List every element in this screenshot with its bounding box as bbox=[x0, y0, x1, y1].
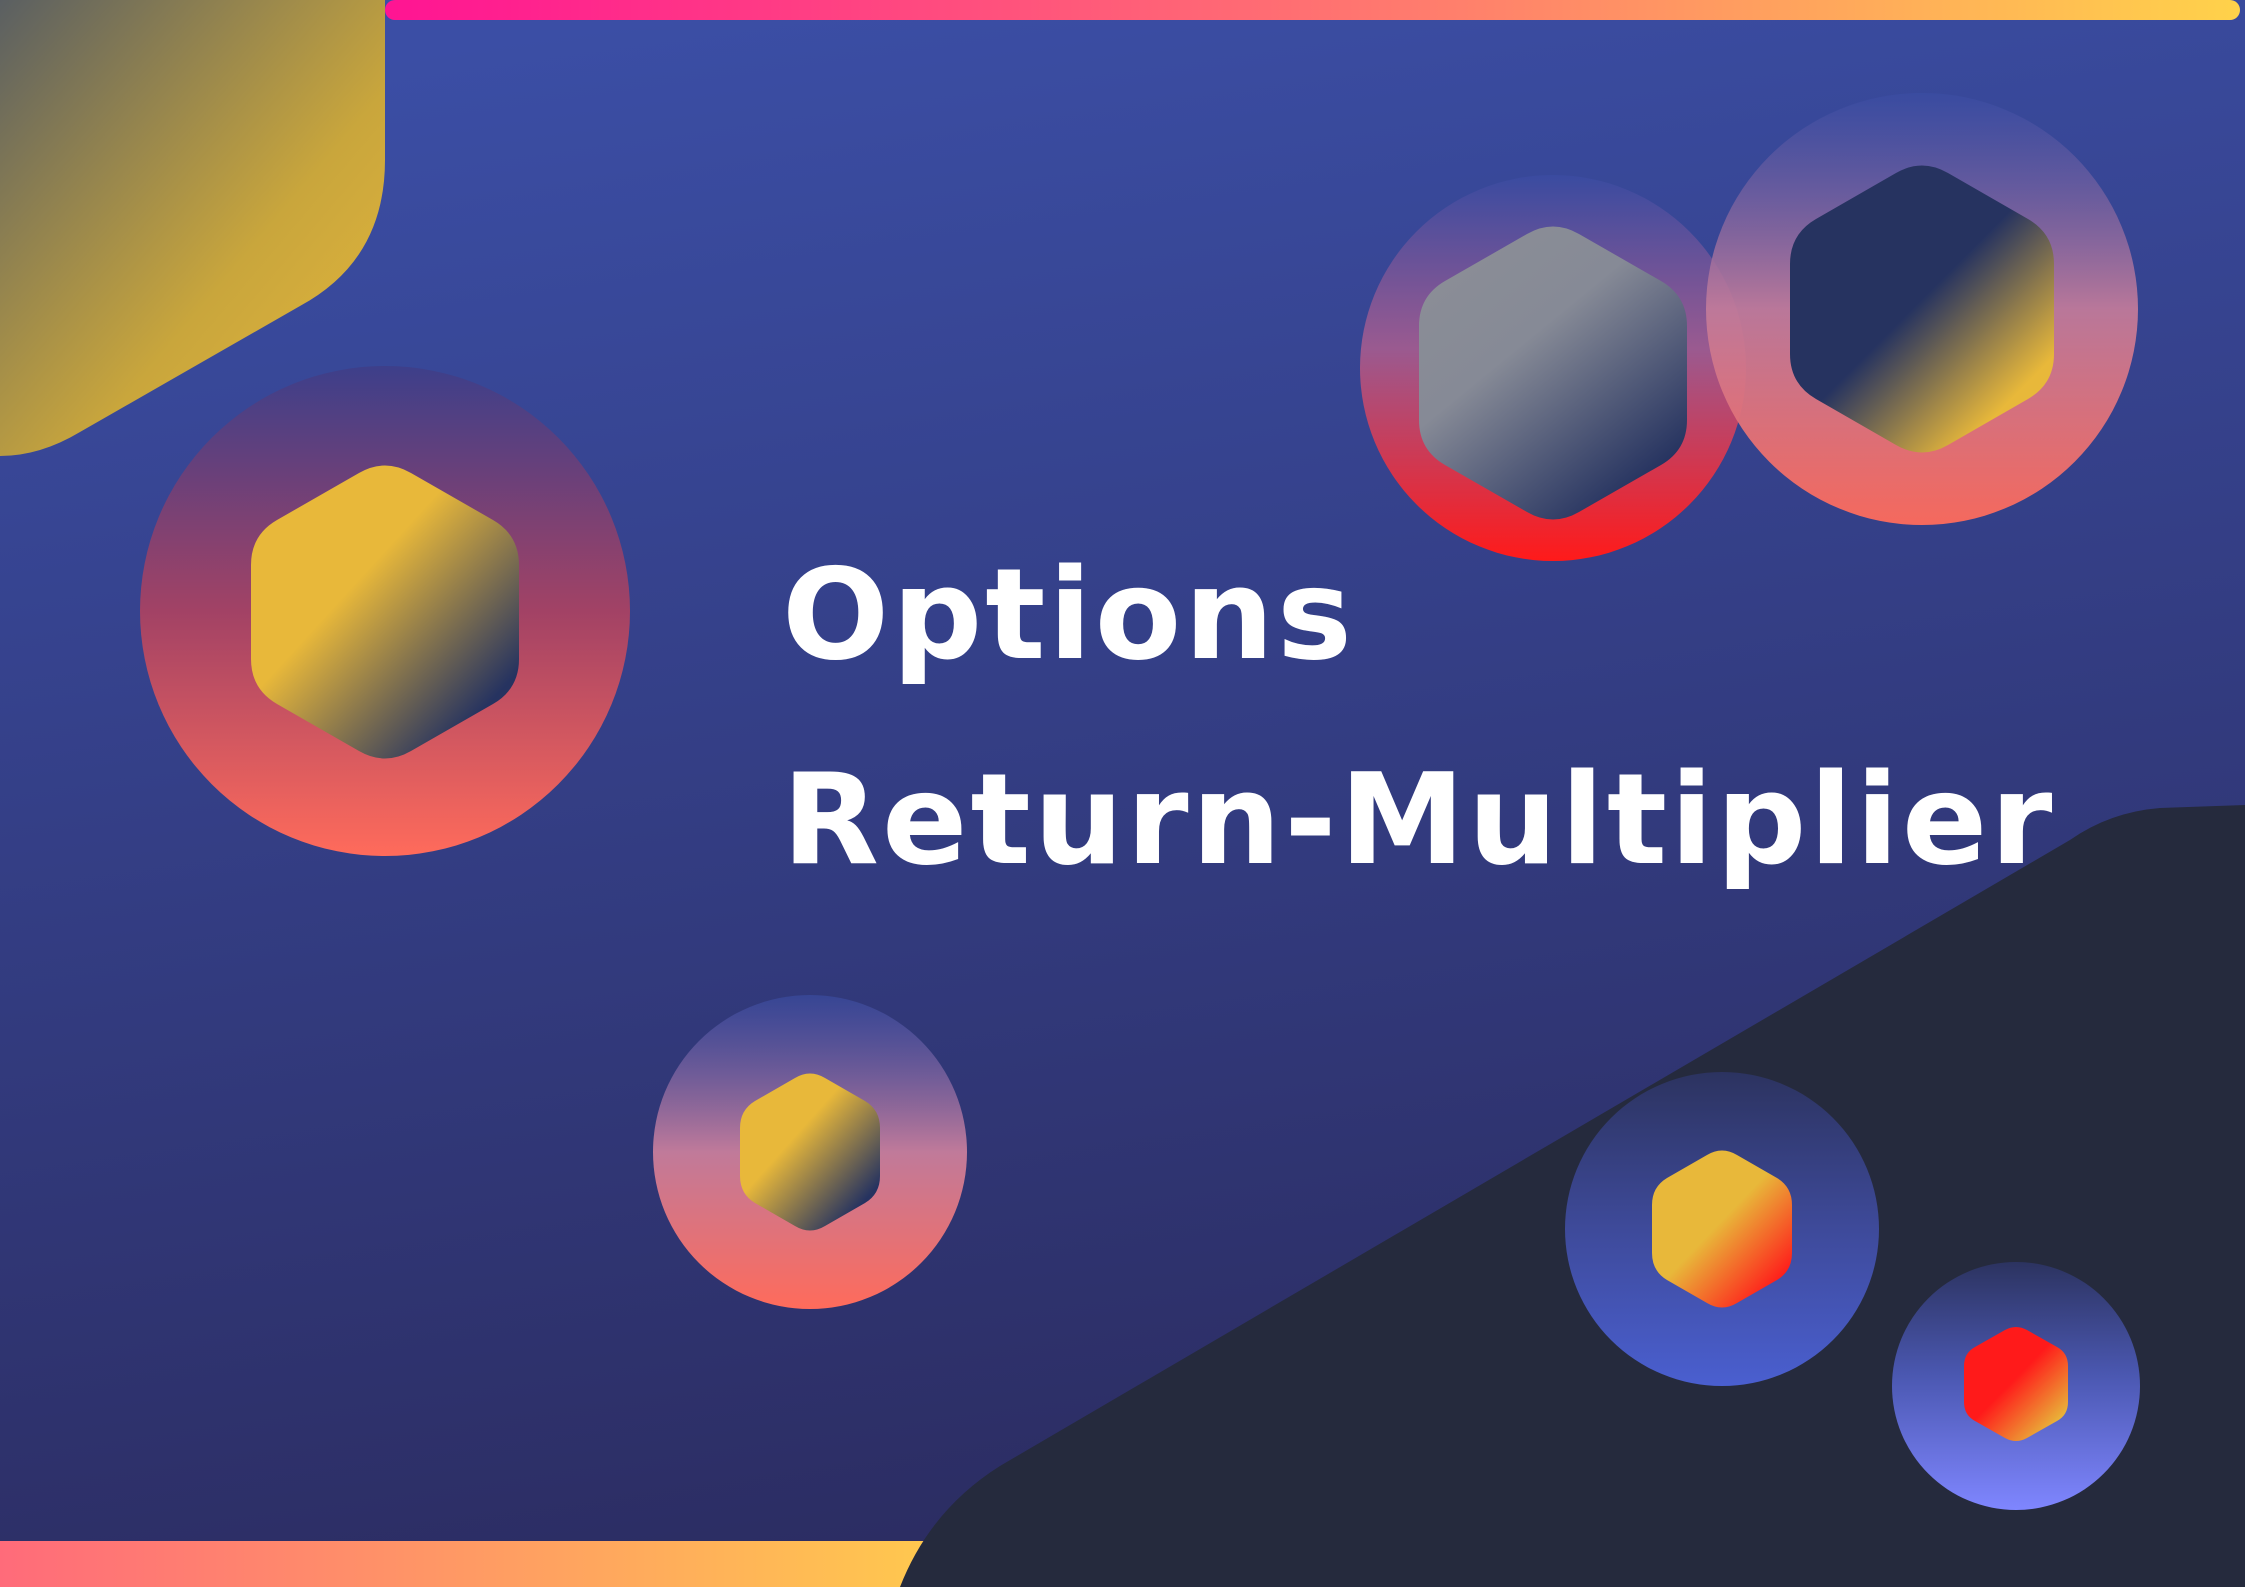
page-title-line-1: Options bbox=[782, 541, 1355, 688]
page-canvas: Options Return-Multiplier bbox=[0, 0, 2245, 1587]
top-accent-bar bbox=[385, 0, 2240, 20]
page-title-line-2: Return-Multiplier bbox=[782, 746, 2056, 893]
bottom-accent-bar bbox=[0, 1541, 960, 1587]
